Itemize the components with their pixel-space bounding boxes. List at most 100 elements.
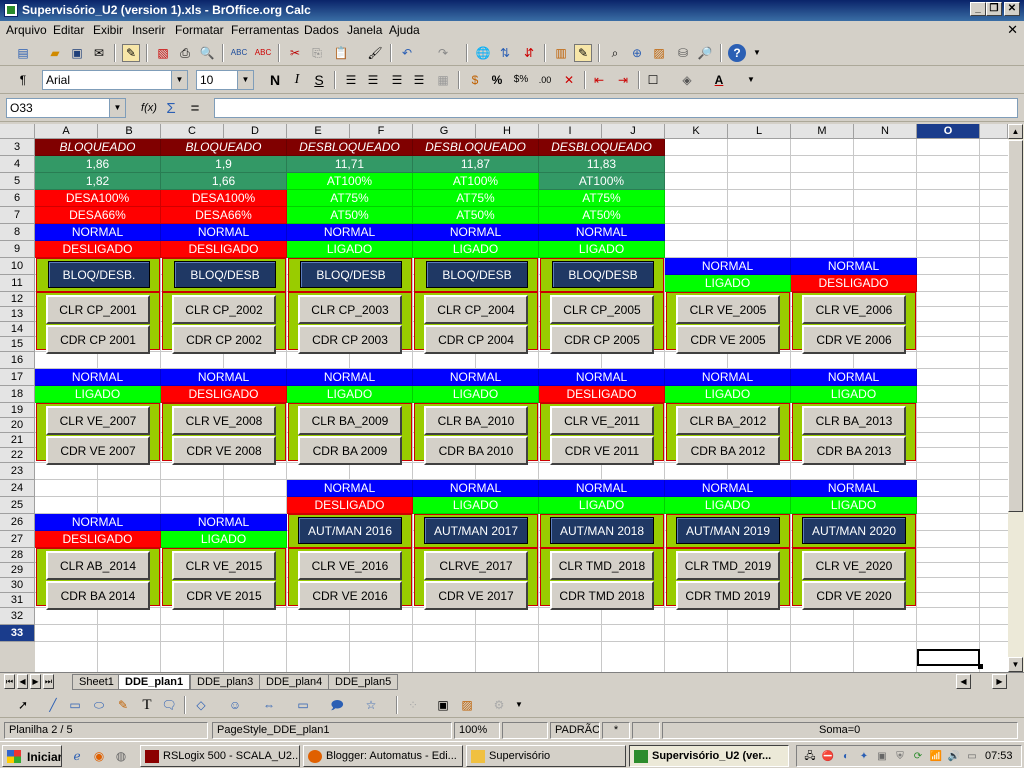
font-name-combo[interactable]: Arial ▼ (42, 70, 188, 90)
email-icon[interactable]: ✉ (90, 44, 108, 62)
symbol-shapes-icon[interactable]: ☺ (226, 696, 244, 714)
fontwork-icon[interactable]: ▣ (434, 696, 452, 714)
cdr-button[interactable]: CDR CP 2001 (46, 325, 150, 354)
sheet-tab-dde-plan5[interactable]: DDE_plan5 (328, 674, 399, 690)
row-header-20[interactable]: 20 (0, 418, 35, 433)
borders-icon[interactable]: ☐ (644, 71, 662, 89)
clr-button[interactable]: CLR VE_2020 (802, 551, 906, 580)
row-header-5[interactable]: 5 (0, 173, 35, 190)
menu-inserir[interactable]: Inserir (132, 23, 165, 37)
cdr-button[interactable]: CDR TMD 2018 (550, 581, 654, 610)
row-header-22[interactable]: 22 (0, 448, 35, 463)
from-file-icon[interactable]: ▨ (458, 696, 476, 714)
navigator-icon[interactable]: ⊕ (628, 44, 646, 62)
cdr-button[interactable]: CDR CP 2004 (424, 325, 528, 354)
menu-ferramentas[interactable]: Ferramentas (231, 23, 299, 37)
clr-button[interactable]: CLR TMD_2019 (676, 551, 780, 580)
cdr-button[interactable]: CDR CP 2003 (298, 325, 402, 354)
bloq-desb-button[interactable]: BLOQ/DESB (174, 261, 276, 288)
row-header-31[interactable]: 31 (0, 593, 35, 608)
cdr-button[interactable]: CDR VE 2007 (46, 436, 150, 465)
clr-button[interactable]: CLR AB_2014 (46, 551, 150, 580)
callout-tool-icon[interactable]: 🗨 (160, 696, 178, 714)
menu-dados[interactable]: Dados (304, 23, 339, 37)
freeform-tool-icon[interactable]: ✎ (114, 696, 132, 714)
column-header-n[interactable]: N (854, 124, 917, 139)
bloq-desb-button[interactable]: BLOQ/DESB (426, 261, 528, 288)
sort-ascending-icon[interactable]: ⇅ (496, 44, 514, 62)
bloq-desb-button[interactable]: BLOQ/DESB (552, 261, 654, 288)
toolbar-options-icon[interactable]: ▼ (514, 696, 524, 714)
clone-formatting-icon[interactable]: 🖌 (366, 44, 384, 62)
callouts-icon[interactable]: 🗩 (328, 696, 346, 714)
clr-button[interactable]: CLR CP_2004 (424, 295, 528, 324)
aut-man-button[interactable]: AUT/MAN 2018 (550, 517, 654, 544)
row-header-8[interactable]: 8 (0, 224, 35, 241)
basic-shapes-icon[interactable]: ◇ (192, 696, 210, 714)
start-button[interactable]: Iniciar (2, 745, 62, 767)
row-header-11[interactable]: 11 (0, 275, 35, 292)
hyperlink-icon[interactable]: 🌐 (474, 44, 492, 62)
ellipse-tool-icon[interactable]: ⬭ (90, 696, 108, 714)
clr-button[interactable]: CLR VE_2016 (298, 551, 402, 580)
function-equals-icon[interactable]: = (186, 99, 204, 117)
delete-decimal-icon[interactable]: ✕ (560, 71, 578, 89)
font-size-combo[interactable]: 10 ▼ (196, 70, 254, 90)
zoom-icon[interactable]: 🔎 (696, 44, 714, 62)
clr-button[interactable]: CLR VE_2006 (802, 295, 906, 324)
clr-button[interactable]: CLR CP_2002 (172, 295, 276, 324)
column-header-m[interactable]: M (791, 124, 854, 139)
column-header-e[interactable]: E (287, 124, 350, 139)
line-tool-icon[interactable]: ╱ (44, 696, 62, 714)
cdr-button[interactable]: CDR TMD 2019 (676, 581, 780, 610)
sum-icon[interactable]: Σ (162, 99, 180, 117)
cdr-button[interactable]: CDR BA 2012 (676, 436, 780, 465)
cdr-button[interactable]: CDR VE 2020 (802, 581, 906, 610)
cdr-button[interactable]: CDR VE 2011 (550, 436, 654, 465)
column-header-f[interactable]: F (350, 124, 413, 139)
autospellcheck-icon[interactable]: ABC (254, 44, 272, 62)
scroll-left-icon[interactable]: ◀ (956, 674, 971, 689)
menu-janela[interactable]: Janela (347, 23, 382, 37)
fill-handle[interactable] (978, 664, 983, 669)
tray-display-icon[interactable]: ▭ (963, 748, 981, 766)
select-arrow-icon[interactable]: ➚ (14, 696, 32, 714)
edit-file-icon[interactable]: ✎ (122, 44, 140, 62)
justify-icon[interactable]: ☰ (410, 71, 428, 89)
select-all-corner[interactable] (0, 124, 35, 139)
task-supervisorio[interactable]: Supervisório (466, 745, 626, 767)
row-header-18[interactable]: 18 (0, 386, 35, 403)
copy-icon[interactable]: ⎘ (308, 44, 326, 62)
task-rslogix[interactable]: RSLogix 500 - SCALA_U2... (140, 745, 300, 767)
cdr-button[interactable]: CDR VE 2017 (424, 581, 528, 610)
row-header-19[interactable]: 19 (0, 403, 35, 418)
italic-icon[interactable]: I (288, 71, 306, 89)
menu-editar[interactable]: Editar (53, 23, 84, 37)
quick-launch-ie-icon[interactable]: ℯ (68, 747, 86, 765)
bloq-desb-button[interactable]: BLOQ/DESB (300, 261, 402, 288)
row-header-26[interactable]: 26 (0, 514, 35, 531)
row-header-25[interactable]: 25 (0, 497, 35, 514)
clr-button[interactable]: CLR VE_2005 (676, 295, 780, 324)
column-header-h[interactable]: H (476, 124, 539, 139)
clr-button[interactable]: CLR CP_2003 (298, 295, 402, 324)
background-color-icon[interactable]: ◈ (678, 71, 696, 89)
cut-icon[interactable]: ✂ (286, 44, 304, 62)
clr-button[interactable]: CLRVE_2017 (424, 551, 528, 580)
clr-button[interactable]: CLR BA_2010 (424, 406, 528, 435)
sheet-tab-sheet1[interactable]: Sheet1 (72, 674, 121, 690)
row-header-15[interactable]: 15 (0, 337, 35, 352)
cdr-button[interactable]: CDR BA 2009 (298, 436, 402, 465)
underline-icon[interactable]: S (310, 71, 328, 89)
row-header-16[interactable]: 16 (0, 352, 35, 369)
tray-update-icon[interactable]: ⟳ (909, 748, 927, 766)
cdr-button[interactable]: CDR BA 2013 (802, 436, 906, 465)
row-header-17[interactable]: 17 (0, 369, 35, 386)
extrusion-icon[interactable]: ⚙ (490, 696, 508, 714)
tray-bluetooth-icon[interactable]: ✦ (855, 748, 873, 766)
menu-arquivo[interactable]: Arquivo (6, 23, 47, 37)
clr-button[interactable]: CLR VE_2015 (172, 551, 276, 580)
save-icon[interactable]: ▣ (68, 44, 86, 62)
chart-icon[interactable]: ▥ (552, 44, 570, 62)
gallery-icon[interactable]: ▨ (650, 44, 668, 62)
